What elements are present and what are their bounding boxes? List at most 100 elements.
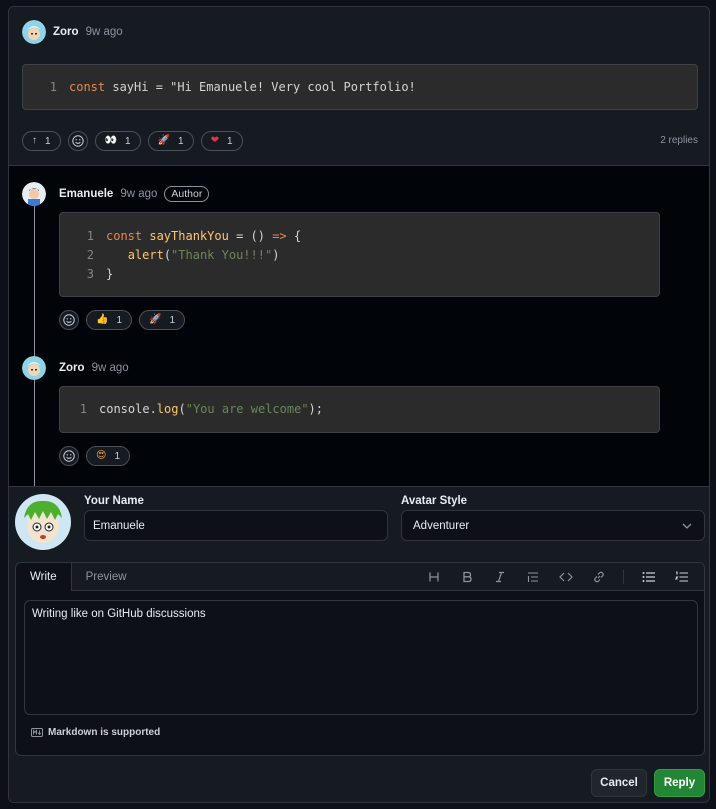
code-token: const: [69, 80, 106, 94]
reactions-bar: 👍 1 🚀 1: [59, 310, 186, 330]
code-token: (: [163, 248, 172, 262]
bold-icon: [461, 571, 473, 583]
reaction-button[interactable]: ❤ 1: [200, 131, 243, 151]
line-number: 1: [49, 80, 57, 94]
add-reaction-button[interactable]: [59, 310, 79, 330]
code-token: "Thank You!!!": [171, 248, 273, 262]
reaction-count: 1: [45, 135, 51, 147]
reaction-button[interactable]: 🚀 1: [139, 310, 186, 330]
quote-icon: [527, 571, 539, 583]
author-name[interactable]: Zoro: [53, 26, 79, 38]
code-line: 3}: [80, 265, 659, 284]
comment-text: Writing like on GitHub discussions: [32, 608, 206, 620]
arrow-up-icon: ↑: [32, 135, 37, 146]
code-token: sayThankYou: [149, 229, 229, 243]
top-comment: Zoro 9w ago 1 const sayHi = "Hi Emanuele!…: [9, 7, 709, 165]
markdown-note-text: Markdown is supported: [48, 727, 161, 738]
cancel-button[interactable]: Cancel: [591, 769, 647, 797]
reply-header: Zoro 9w ago: [22, 356, 129, 380]
code-token: {: [286, 229, 302, 243]
heart-icon: ❤: [210, 135, 219, 146]
timestamp[interactable]: 9w ago: [120, 188, 157, 200]
replies-section: Emanuele 9w ago Author 1 const sayThankYo…: [9, 165, 709, 496]
tab-preview[interactable]: Preview: [72, 563, 141, 591]
code-token: (: [178, 402, 186, 416]
comment-textarea[interactable]: Writing like on GitHub discussions: [24, 600, 698, 715]
code-token: }: [106, 267, 114, 281]
code-button[interactable]: [549, 563, 582, 591]
name-input[interactable]: Emanuele: [84, 510, 388, 541]
unordered-list-button[interactable]: [632, 563, 665, 591]
reaction-button[interactable]: 😍 1: [86, 446, 130, 466]
author-name[interactable]: Emanuele: [59, 188, 113, 200]
code-line: 2 alert("Thank You!!!"): [80, 246, 659, 265]
reply-form: Your Name Emanuele Avatar Style Adventur…: [9, 486, 709, 802]
line-number: 1: [86, 229, 94, 243]
reaction-count: 1: [178, 135, 184, 147]
author-badge: Author: [164, 186, 210, 202]
bold-button[interactable]: [450, 563, 483, 591]
reaction-button[interactable]: 🚀 1: [147, 131, 194, 151]
italic-button[interactable]: [483, 563, 516, 591]
comment-header: Zoro 9w ago: [22, 20, 123, 44]
markdown-note: Markdown is supported: [31, 727, 160, 738]
line-number: 1: [79, 402, 87, 416]
code-token: sayHi = "Hi Emanuele! Very cool Portfoli…: [105, 80, 416, 94]
code-token: const: [106, 229, 143, 243]
reaction-count: 1: [226, 135, 233, 147]
rocket-icon: 🚀: [157, 135, 171, 146]
code-line: 1 console.log("You are welcome");: [73, 400, 659, 419]
heading-button[interactable]: [417, 563, 450, 591]
markdown-editor: Write Preview Writing like on GitHub dis…: [15, 562, 705, 756]
code-token: =>: [272, 229, 287, 243]
avatar-style-value: Adventurer: [413, 519, 470, 532]
name-input-value: Emanuele: [93, 519, 145, 532]
timestamp[interactable]: 9w ago: [86, 26, 123, 38]
italic-icon: [494, 571, 506, 583]
reaction-button[interactable]: 👀 1: [94, 131, 141, 151]
code-line: 1 const sayHi = "Hi Emanuele! Very cool P…: [43, 78, 697, 97]
replies-count: 2 replies: [660, 135, 698, 146]
code-token: ): [272, 248, 280, 262]
reaction-button[interactable]: ↑ 1: [22, 131, 61, 151]
reply-header: Emanuele 9w ago Author: [22, 182, 210, 206]
author-name[interactable]: Zoro: [59, 362, 85, 374]
name-label: Your Name: [84, 495, 144, 507]
link-button[interactable]: [582, 563, 615, 591]
reactions-bar: ↑ 1 👀 1 🚀 1 ❤ 1: [22, 131, 243, 151]
reply-button[interactable]: Reply: [654, 769, 705, 797]
line-number: 2: [86, 248, 94, 262]
chevron-down-icon: [682, 523, 692, 529]
reaction-count: 1: [125, 135, 131, 147]
editor-toolbar: Write Preview: [16, 563, 704, 591]
quote-button[interactable]: [516, 563, 549, 591]
smiley-icon: [63, 314, 75, 326]
reaction-button[interactable]: 👍 1: [86, 310, 133, 330]
code-token: = (): [228, 229, 273, 243]
avatar[interactable]: [22, 356, 46, 380]
line-number: 3: [86, 267, 94, 281]
code-token: log: [156, 402, 179, 416]
avatar-style-label: Avatar Style: [401, 495, 468, 507]
code-line: 1 const sayThankYou = () => {: [80, 227, 659, 246]
avatar[interactable]: [22, 182, 46, 206]
avatar-style-select[interactable]: Adventurer: [401, 510, 705, 541]
reaction-count: 1: [114, 450, 120, 462]
reaction-count: 1: [169, 314, 176, 326]
tab-write[interactable]: Write: [16, 563, 72, 591]
heading-icon: [428, 571, 440, 583]
smiley-icon: [63, 450, 75, 462]
add-reaction-button[interactable]: [67, 131, 88, 151]
avatar[interactable]: [22, 20, 46, 44]
toolbar-divider: [623, 570, 624, 584]
ordered-list-button[interactable]: [665, 563, 698, 591]
timestamp[interactable]: 9w ago: [92, 362, 129, 374]
link-icon: [593, 571, 605, 583]
avatar-preview: [15, 494, 71, 550]
add-reaction-button[interactable]: [59, 446, 79, 466]
discussion-thread: Zoro 9w ago 1 const sayHi = "Hi Emanuele!…: [8, 6, 710, 803]
unordered-list-icon: [642, 571, 656, 583]
reaction-count: 1: [116, 314, 123, 326]
thumbs-up-icon: 👍: [96, 314, 109, 325]
